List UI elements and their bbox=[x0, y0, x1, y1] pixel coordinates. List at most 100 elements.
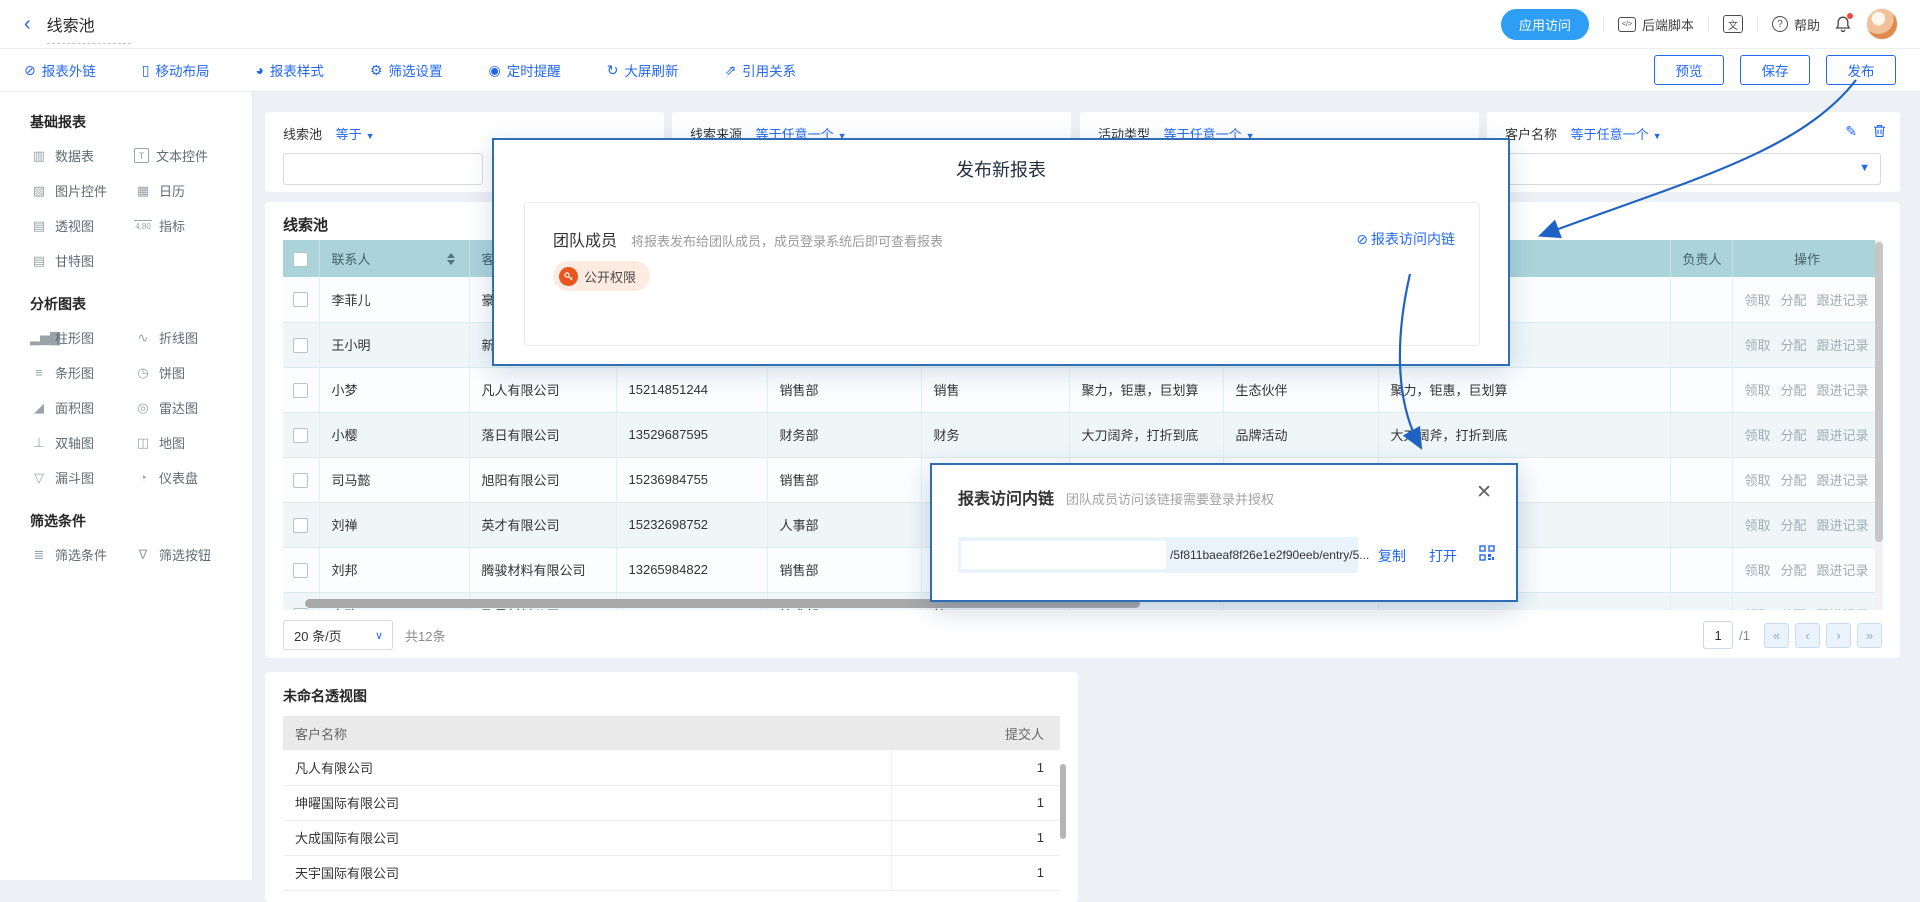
trash-icon[interactable] bbox=[1873, 124, 1886, 140]
row-action-link[interactable]: 分配 bbox=[1781, 383, 1807, 398]
toolbar-right: 预览 保存 发布 bbox=[1654, 55, 1896, 85]
row-action-link[interactable]: 分配 bbox=[1781, 293, 1807, 308]
row-action-link[interactable]: 领取 bbox=[1745, 293, 1771, 308]
toolbar-item-relation[interactable]: ⇗引用关系 bbox=[724, 60, 796, 80]
sidebar-item-calendar[interactable]: ▦日历 bbox=[134, 181, 238, 200]
sort-icon[interactable] bbox=[447, 253, 455, 265]
filter-operator[interactable]: 等于任意一个 bbox=[1571, 127, 1649, 142]
row-action-link[interactable]: 分配 bbox=[1781, 428, 1807, 443]
open-button[interactable]: 打开 bbox=[1429, 546, 1457, 566]
page-number-input[interactable]: 1 bbox=[1703, 621, 1733, 649]
sidebar-item-data-table[interactable]: ▥数据表 bbox=[30, 146, 134, 165]
scrollbar-thumb[interactable] bbox=[1875, 242, 1883, 542]
row-checkbox[interactable] bbox=[293, 338, 308, 353]
row-checkbox[interactable] bbox=[293, 563, 308, 578]
cell: 凡人有限公司 bbox=[469, 367, 616, 412]
row-checkbox[interactable] bbox=[293, 292, 308, 307]
toolbar-item-pie[interactable]: ◕报表样式 bbox=[255, 60, 323, 80]
preview-button[interactable]: 预览 bbox=[1654, 55, 1724, 85]
sidebar-item-dual-axis-chart[interactable]: ⊥双轴图 bbox=[30, 433, 134, 452]
row-actions-cell: 领取分配跟进记录 bbox=[1732, 457, 1882, 502]
sidebar-item-text-widget[interactable]: T文本控件 bbox=[134, 146, 238, 165]
row-action-link[interactable]: 领取 bbox=[1745, 608, 1771, 610]
row-action-link[interactable]: 分配 bbox=[1781, 563, 1807, 578]
vertical-scrollbar[interactable] bbox=[1875, 240, 1883, 610]
funnel-chart-icon: ▽ bbox=[30, 470, 48, 486]
sidebar-item-bar-chart[interactable]: ≡条形图 bbox=[30, 363, 134, 382]
row-action-link[interactable]: 跟进记录 bbox=[1817, 518, 1869, 533]
next-page-button[interactable]: › bbox=[1826, 623, 1851, 648]
back-icon[interactable]: ‹ bbox=[24, 14, 31, 34]
backend-script-button[interactable]: </> 后端脚本 bbox=[1618, 15, 1694, 34]
row-checkbox[interactable] bbox=[293, 428, 308, 443]
row-action-link[interactable]: 领取 bbox=[1745, 518, 1771, 533]
copy-button[interactable]: 复制 bbox=[1378, 546, 1406, 566]
sidebar-item-pivot[interactable]: ▤透视图 bbox=[30, 216, 134, 235]
pivot-scrollbar-thumb[interactable] bbox=[1060, 764, 1066, 839]
row-checkbox[interactable] bbox=[293, 518, 308, 533]
chevron-down-icon: ∨ bbox=[375, 629, 383, 642]
page-size-select[interactable]: 20 条/页∨ bbox=[283, 620, 393, 650]
row-checkbox[interactable] bbox=[293, 473, 308, 488]
row-action-link[interactable]: 跟进记录 bbox=[1817, 473, 1869, 488]
sidebar-item-filter-button[interactable]: ∇筛选按钮 bbox=[134, 545, 238, 564]
customer-name-select[interactable]: ▼ bbox=[1505, 153, 1881, 185]
sidebar-item-filter-condition[interactable]: ≣筛选条件 bbox=[30, 545, 134, 564]
sidebar-item-gantt[interactable]: ▤甘特图 bbox=[30, 251, 134, 270]
row-action-link[interactable]: 分配 bbox=[1781, 338, 1807, 353]
public-permission-tag[interactable]: 公开权限 bbox=[553, 261, 650, 291]
close-icon[interactable]: ✕ bbox=[1476, 481, 1492, 504]
sidebar-item-funnel-chart[interactable]: ▽漏斗图 bbox=[30, 468, 134, 487]
sidebar-item-area-chart[interactable]: ◢面积图 bbox=[30, 398, 134, 417]
cell: 腾骏材料有限公司 bbox=[469, 547, 616, 592]
report-internal-link[interactable]: ⊘报表访问内链 bbox=[1356, 229, 1455, 249]
sidebar-item-column-chart[interactable]: ▂▅▇柱形图 bbox=[30, 328, 134, 347]
save-button[interactable]: 保存 bbox=[1740, 55, 1810, 85]
row-action-link[interactable]: 分配 bbox=[1781, 473, 1807, 488]
row-action-link[interactable]: 领取 bbox=[1745, 338, 1771, 353]
row-action-link[interactable]: 跟进记录 bbox=[1817, 428, 1869, 443]
filter-input[interactable] bbox=[283, 153, 483, 185]
row-action-link[interactable]: 跟进记录 bbox=[1817, 608, 1869, 610]
sidebar-item-line-chart[interactable]: ∿折线图 bbox=[134, 328, 238, 347]
qr-code-icon[interactable] bbox=[1479, 545, 1495, 564]
help-button[interactable]: ? 帮助 bbox=[1772, 15, 1820, 34]
pager-controls: 1 /1 « ‹ › » bbox=[1703, 621, 1882, 649]
row-checkbox[interactable] bbox=[293, 608, 308, 610]
sidebar-item-pie-chart[interactable]: ◷饼图 bbox=[134, 363, 238, 382]
select-all-checkbox[interactable] bbox=[293, 252, 308, 267]
row-action-link[interactable]: 领取 bbox=[1745, 473, 1771, 488]
last-page-button[interactable]: » bbox=[1857, 623, 1882, 648]
publish-button[interactable]: 发布 bbox=[1826, 55, 1896, 85]
filter-operator[interactable]: 等于 bbox=[336, 127, 362, 142]
row-action-link[interactable]: 分配 bbox=[1781, 608, 1807, 610]
row-action-link[interactable]: 跟进记录 bbox=[1817, 563, 1869, 578]
notification-bell-icon[interactable] bbox=[1834, 15, 1852, 33]
toolbar-item-alarm[interactable]: ◉定时提醒 bbox=[488, 60, 560, 80]
app-access-button[interactable]: 应用访问 bbox=[1501, 9, 1589, 40]
sidebar-item-map[interactable]: ◫地图 bbox=[134, 433, 238, 452]
pivot-cell-customer: 大成国际有限公司 bbox=[283, 820, 891, 855]
first-page-button[interactable]: « bbox=[1764, 623, 1789, 648]
row-action-link[interactable]: 分配 bbox=[1781, 518, 1807, 533]
row-action-link[interactable]: 领取 bbox=[1745, 563, 1771, 578]
edit-pencil-icon[interactable]: ✎ bbox=[1845, 124, 1857, 140]
row-action-link[interactable]: 跟进记录 bbox=[1817, 338, 1869, 353]
row-checkbox[interactable] bbox=[293, 383, 308, 398]
sidebar-item-radar-chart[interactable]: ◎雷达图 bbox=[134, 398, 238, 417]
toolbar-item-gear[interactable]: ⚙筛选设置 bbox=[370, 60, 443, 80]
row-action-link[interactable]: 领取 bbox=[1745, 383, 1771, 398]
link-url-field[interactable]: /5f811baeaf8f26e1e2f90eeb/entry/5... bbox=[958, 537, 1358, 573]
toolbar-item-refresh[interactable]: ↻大屏刷新 bbox=[607, 60, 679, 80]
sidebar-item-image-widget[interactable]: ▨图片控件 bbox=[30, 181, 134, 200]
prev-page-button[interactable]: ‹ bbox=[1795, 623, 1820, 648]
toolbar-item-mobile[interactable]: ▯移动布局 bbox=[142, 60, 210, 80]
avatar[interactable] bbox=[1866, 8, 1898, 40]
sidebar-item-indicator[interactable]: 4,80指标 bbox=[134, 216, 238, 235]
language-icon[interactable]: 文 bbox=[1723, 15, 1743, 33]
row-action-link[interactable]: 跟进记录 bbox=[1817, 383, 1869, 398]
sidebar-item-gauge[interactable]: ◔仪表盘 bbox=[134, 468, 238, 487]
row-action-link[interactable]: 领取 bbox=[1745, 428, 1771, 443]
row-action-link[interactable]: 跟进记录 bbox=[1817, 293, 1869, 308]
toolbar-item-link[interactable]: ⊘报表外链 bbox=[24, 60, 96, 80]
